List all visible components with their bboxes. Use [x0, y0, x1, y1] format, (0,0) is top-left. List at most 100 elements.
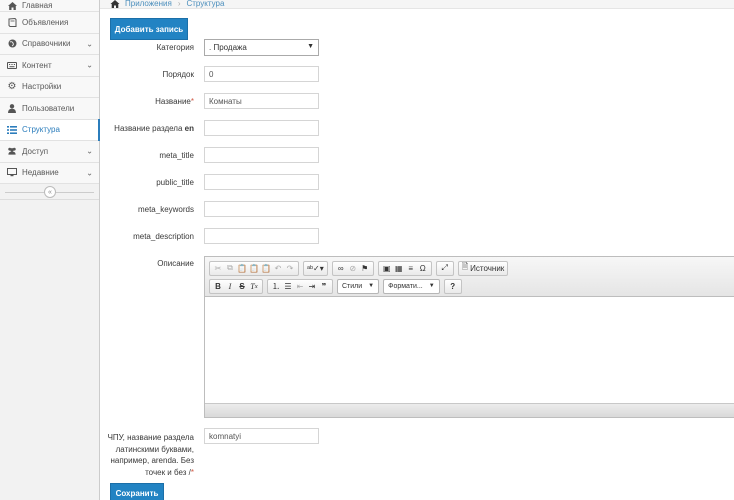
sidebar-item-access[interactable]: Доступ ⌄	[0, 141, 99, 163]
sidebar: Главная Объявления Справочники ⌄ Контент…	[0, 0, 100, 500]
bold-icon[interactable]: B	[212, 280, 224, 293]
styles-dropdown[interactable]: Стили ▼	[337, 278, 380, 294]
link-icon[interactable]: ∞	[335, 262, 347, 275]
source-icon: 🗎	[461, 262, 469, 271]
category-select-value: . Продажа	[209, 43, 247, 52]
paste-icon[interactable]: 📋	[236, 262, 248, 275]
description-label: Описание	[157, 259, 194, 268]
public-title-label: public_title	[156, 178, 194, 187]
chevron-down-icon: ⌄	[86, 146, 93, 156]
order-input[interactable]: 0	[204, 66, 319, 82]
name-input[interactable]: Комнаты	[204, 93, 319, 109]
meta-title-input[interactable]	[204, 147, 319, 163]
unlink-icon[interactable]: ⊘	[347, 262, 359, 275]
spellcheck-icon[interactable]: ᵃᵇ✓▾	[306, 262, 325, 275]
user-icon	[7, 103, 17, 113]
format-dropdown[interactable]: Формати... ▼	[383, 278, 440, 294]
sidebar-item-recent[interactable]: Недавние ⌄	[0, 162, 99, 184]
save-button[interactable]: Сохранить	[110, 483, 164, 500]
maximize-group: ⤢	[435, 260, 454, 276]
sidebar-item-ads[interactable]: Объявления	[0, 12, 99, 34]
italic-icon[interactable]: I	[224, 280, 236, 293]
caret-down-icon: ▼	[307, 43, 314, 50]
name-en-input[interactable]	[204, 120, 319, 136]
copy-icon[interactable]: ⧉	[224, 262, 236, 275]
required-mark: *	[190, 467, 194, 477]
sidebar-item-settings[interactable]: ⚙ Настройки	[0, 76, 99, 98]
help-group: ?	[443, 278, 462, 294]
editor-content-area[interactable]	[205, 297, 734, 403]
redo-icon[interactable]: ↷	[284, 262, 296, 275]
source-button[interactable]: 🗎 Источник	[461, 262, 506, 275]
users-icon	[7, 146, 17, 156]
basic-styles-group: B I S Tx	[209, 278, 263, 294]
name-en-label-text: Название раздела	[114, 124, 183, 133]
category-select[interactable]: . Продажа ▼	[204, 39, 319, 56]
sidebar-item-content[interactable]: Контент ⌄	[0, 55, 99, 77]
outdent-icon[interactable]: ⇤	[294, 280, 306, 293]
cog-icon: ⚙	[7, 81, 17, 93]
sidebar-item-label: Структура	[22, 125, 60, 135]
slug-label-line: например, arenda. Без	[110, 456, 194, 465]
meta-description-label: meta_description	[133, 232, 194, 241]
strikethrough-icon[interactable]: S	[236, 280, 248, 293]
chevron-down-icon: ⌄	[86, 168, 93, 178]
editor-toolbar: ✂ ⧉ 📋 📋 📋 ↶ ↷ ᵃᵇ✓▾ ∞ ⊘ ⚑ ▣ ▦ ≡ Ω ⤢ 🗎 Ист…	[205, 257, 734, 297]
public-title-input[interactable]	[204, 174, 319, 190]
book-icon	[7, 17, 17, 27]
required-mark: *	[190, 97, 194, 106]
name-label-text: Название	[155, 97, 191, 106]
meta-title-label: meta_title	[159, 151, 194, 160]
image-icon[interactable]: ▣	[381, 262, 393, 275]
caret-down-icon: ▼	[428, 283, 435, 289]
insert-group: ▣ ▦ ≡ Ω	[377, 260, 432, 276]
home-icon[interactable]	[110, 0, 120, 8]
cut-icon[interactable]: ✂	[212, 262, 224, 275]
order-label: Порядок	[162, 70, 194, 79]
meta-keywords-label: meta_keywords	[137, 205, 194, 214]
horizontal-rule-icon[interactable]: ≡	[405, 262, 417, 275]
name-en-label: Название раздела en	[114, 124, 194, 133]
sidebar-item-label: Настройки	[22, 82, 62, 92]
anchor-flag-icon[interactable]: ⚑	[359, 262, 371, 275]
sidebar-item-directories[interactable]: Справочники ⌄	[0, 33, 99, 55]
sidebar-item-label: Справочники	[22, 39, 71, 49]
blockquote-icon[interactable]: ❞	[318, 280, 330, 293]
maximize-icon[interactable]: ⤢	[439, 262, 451, 275]
sidebar-item-users[interactable]: Пользователи	[0, 98, 99, 120]
slug-label: ЧПУ, название раздела латинскими буквами…	[108, 432, 194, 478]
slug-label-line: точек и без /	[145, 467, 191, 477]
slug-input[interactable]: komnatyi	[204, 428, 319, 444]
add-record-button[interactable]: Добавить запись	[110, 18, 188, 40]
bulleted-list-icon[interactable]: ☰	[282, 280, 294, 293]
editor-status-bar	[205, 403, 734, 417]
meta-description-input[interactable]	[204, 228, 319, 244]
breadcrumb: Приложения › Структура	[100, 0, 734, 9]
styles-label: Стили	[342, 282, 363, 290]
help-button[interactable]: ?	[447, 280, 459, 293]
undo-icon[interactable]: ↶	[272, 262, 284, 275]
indent-icon[interactable]: ⇥	[306, 280, 318, 293]
slug-label-line: латинскими буквами,	[115, 444, 194, 454]
paste-text-icon[interactable]: 📋	[248, 262, 260, 275]
source-group: 🗎 Источник	[457, 260, 509, 276]
table-icon[interactable]: ▦	[393, 262, 405, 275]
collapse-sidebar-icon[interactable]: «	[44, 186, 56, 198]
link-group: ∞ ⊘ ⚑	[331, 260, 374, 276]
category-label: Категория	[156, 43, 194, 52]
numbered-list-icon[interactable]: ⒈	[270, 280, 282, 293]
special-char-icon[interactable]: Ω	[417, 262, 429, 275]
breadcrumb-current: Структура	[186, 0, 225, 8]
sidebar-item-label: Недавние	[22, 168, 59, 178]
sidebar-item-structure[interactable]: Структура	[0, 118, 100, 141]
lang-code: en	[184, 124, 194, 133]
breadcrumb-link-apps[interactable]: Приложения	[125, 0, 172, 8]
paste-word-icon[interactable]: 📋	[260, 262, 272, 275]
breadcrumb-separator: ›	[177, 0, 181, 8]
meta-keywords-input[interactable]	[204, 201, 319, 217]
remove-format-icon[interactable]: Tx	[248, 280, 260, 293]
sidebar-item-home[interactable]: Главная	[0, 0, 99, 12]
name-label: Название*	[155, 97, 194, 106]
slug-label-line-last: точек и без /*	[108, 467, 194, 479]
home-icon	[7, 1, 17, 11]
